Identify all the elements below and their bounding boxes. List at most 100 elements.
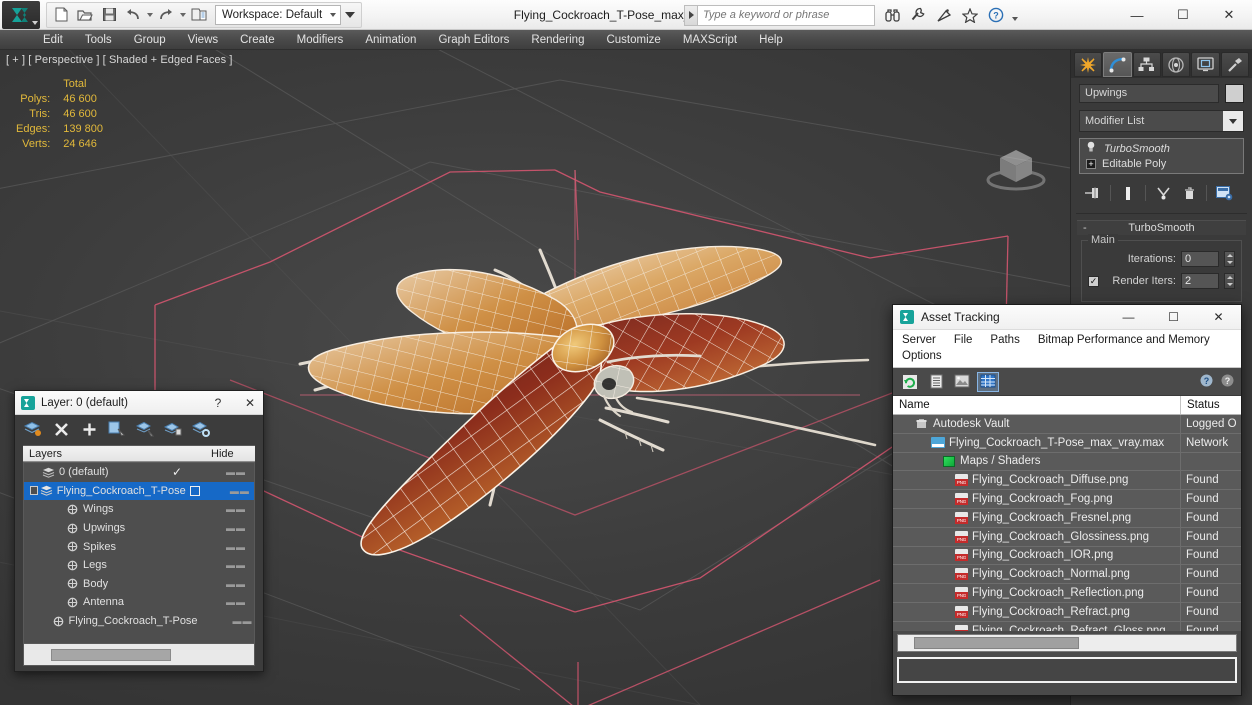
- asset-row-refract[interactable]: Flying_Cockroach_Refract.png Found: [893, 602, 1241, 622]
- asset-menu-server[interactable]: Server: [893, 332, 945, 348]
- asset-menu-options[interactable]: Options: [893, 348, 951, 364]
- help-dropdown-caret[interactable]: [1010, 4, 1020, 26]
- asset-row-fog[interactable]: Flying_Cockroach_Fog.png Found: [893, 490, 1241, 509]
- asset-row-ior[interactable]: Flying_Cockroach_IOR.png Found: [893, 546, 1241, 566]
- asset-row-max-file[interactable]: Flying_Cockroach_T-Pose_max_vray.max Net…: [893, 433, 1241, 453]
- menu-item-modifiers[interactable]: Modifiers: [286, 30, 355, 50]
- layer-hide-cell[interactable]: ✓: [168, 465, 218, 479]
- asset-row-vault[interactable]: Autodesk Vault Logged O: [893, 415, 1241, 434]
- project-folder-icon[interactable]: [187, 4, 211, 26]
- create-tab[interactable]: [1074, 52, 1103, 77]
- layer-horizontal-scrollbar[interactable]: [23, 644, 255, 666]
- asset-menu-bitmap-performance[interactable]: Bitmap Performance and Memory: [1029, 332, 1219, 348]
- redo-icon[interactable]: [154, 4, 178, 26]
- layer-dialog-help-button[interactable]: ?: [205, 391, 231, 415]
- x-icon[interactable]: [48, 418, 74, 440]
- modifier-stack-item-turbosmooth[interactable]: TurboSmooth: [1082, 141, 1241, 156]
- asset-scrollbar-thumb[interactable]: [914, 637, 1079, 649]
- render-iters-field[interactable]: 2: [1181, 273, 1219, 289]
- modifier-stack-item-editablepoly[interactable]: + Editable Poly: [1082, 156, 1241, 171]
- modifier-list-dropdown[interactable]: Modifier List: [1079, 110, 1244, 132]
- view-cube[interactable]: [980, 140, 1052, 195]
- help-alt-icon[interactable]: ?: [1220, 373, 1235, 391]
- logo-dropdown-caret[interactable]: [32, 20, 38, 25]
- help-icon[interactable]: ?: [984, 4, 1008, 26]
- modifier-stack[interactable]: TurboSmooth + Editable Poly: [1079, 138, 1244, 174]
- undo-icon[interactable]: [121, 4, 145, 26]
- layer-row-spikes[interactable]: Spikes ▬▬: [24, 537, 254, 556]
- grid-icon[interactable]: [977, 371, 999, 392]
- asset-row-maps-shaders[interactable]: Maps / Shaders: [893, 452, 1241, 472]
- layer-row-upwings[interactable]: Upwings ▬▬: [24, 519, 254, 538]
- workspace-dropdown-button[interactable]: [341, 4, 359, 26]
- menu-item-customize[interactable]: Customize: [595, 30, 671, 50]
- object-name-field[interactable]: Upwings: [1079, 84, 1219, 103]
- asset-table-rows[interactable]: Autodesk Vault Logged O Flying_Cockroach…: [893, 415, 1241, 631]
- plus-box-icon[interactable]: +: [1086, 158, 1096, 169]
- open-file-icon[interactable]: [73, 4, 97, 26]
- iterations-field[interactable]: 0: [1181, 251, 1219, 267]
- save-file-icon[interactable]: [97, 4, 121, 26]
- asset-menu-paths[interactable]: Paths: [981, 332, 1028, 348]
- search-expand-button[interactable]: [684, 4, 698, 26]
- layer-hide-cell[interactable]: [186, 485, 226, 496]
- menu-item-tools[interactable]: Tools: [74, 30, 123, 50]
- redo-dropdown-caret[interactable]: [178, 4, 187, 26]
- workspace-selector[interactable]: Workspace: Default: [215, 4, 341, 25]
- collapse-icon[interactable]: -: [1083, 222, 1087, 234]
- layer-dialog-title-bar[interactable]: Layer: 0 (default) ? ✕: [15, 391, 263, 415]
- select-layer-objects-icon[interactable]: [104, 418, 130, 440]
- asset-row-fresnel[interactable]: Flying_Cockroach_Fresnel.png Found: [893, 508, 1241, 528]
- menu-item-group[interactable]: Group: [123, 30, 177, 50]
- menu-item-create[interactable]: Create: [229, 30, 286, 50]
- chevron-down-icon[interactable]: [1223, 111, 1243, 131]
- maximize-button[interactable]: ☐: [1160, 0, 1206, 30]
- highlight-selected-icon[interactable]: [160, 418, 186, 440]
- binoculars-icon[interactable]: [880, 4, 904, 26]
- object-color-swatch[interactable]: [1225, 84, 1244, 103]
- layer-dialog[interactable]: Layer: 0 (default) ? ✕ Layers Hide 0 (de…: [14, 390, 264, 672]
- asset-maximize-button[interactable]: ☐: [1151, 305, 1196, 330]
- asset-close-button[interactable]: ✕: [1196, 305, 1241, 330]
- satellite-dish-icon[interactable]: [932, 4, 956, 26]
- new-file-icon[interactable]: [49, 4, 73, 26]
- layer-row-flying-cockroach-object[interactable]: Flying_Cockroach_T-Pose ▬▬: [24, 612, 254, 631]
- help-icon[interactable]: ?: [1199, 373, 1214, 391]
- display-tab[interactable]: [1191, 52, 1220, 77]
- layer-row-legs[interactable]: Legs ▬▬: [24, 556, 254, 575]
- star-favorite-icon[interactable]: [958, 4, 982, 26]
- 3dsmax-logo-icon[interactable]: [2, 0, 40, 29]
- menu-item-views[interactable]: Views: [177, 30, 229, 50]
- refresh-icon[interactable]: [899, 372, 921, 392]
- render-iters-spinner[interactable]: [1224, 273, 1235, 289]
- list-icon[interactable]: [925, 372, 947, 392]
- motion-tab[interactable]: [1161, 52, 1191, 77]
- modify-tab[interactable]: [1103, 52, 1132, 77]
- asset-row-diffuse[interactable]: Flying_Cockroach_Diffuse.png Found: [893, 471, 1241, 491]
- asset-row-normal[interactable]: Flying_Cockroach_Normal.png Found: [893, 565, 1241, 585]
- thumbnail-icon[interactable]: [951, 372, 973, 392]
- asset-menu-file[interactable]: File: [945, 332, 982, 348]
- asset-row-refract-gloss[interactable]: Flying_Cockroach_Refract_Gloss.png Found: [893, 621, 1241, 631]
- layer-checkbox[interactable]: [30, 486, 38, 496]
- menu-item-help[interactable]: Help: [748, 30, 794, 50]
- search-input[interactable]: [698, 4, 875, 26]
- hierarchy-tab[interactable]: [1132, 52, 1161, 77]
- asset-tracking-window[interactable]: Asset Tracking — ☐ ✕ Server File Paths B…: [892, 304, 1242, 696]
- layer-row-body[interactable]: Body ▬▬: [24, 575, 254, 594]
- layer-properties-icon[interactable]: [188, 418, 214, 440]
- config-sets-icon[interactable]: [1212, 183, 1236, 203]
- trash-icon[interactable]: [1177, 183, 1201, 203]
- wrench-icon[interactable]: [906, 4, 930, 26]
- plus-icon[interactable]: [76, 418, 102, 440]
- layer-scrollbar-thumb[interactable]: [51, 648, 171, 661]
- menu-item-edit[interactable]: Edit: [32, 30, 74, 50]
- render-iters-checkbox[interactable]: ✓: [1088, 275, 1099, 287]
- layer-dialog-close-button[interactable]: ✕: [237, 391, 263, 415]
- menu-item-animation[interactable]: Animation: [354, 30, 427, 50]
- hide-checkbox[interactable]: [189, 485, 200, 496]
- asset-column-name[interactable]: Name: [893, 396, 1181, 414]
- turbosmooth-rollout-header[interactable]: - TurboSmooth: [1077, 220, 1246, 235]
- menu-item-graph-editors[interactable]: Graph Editors: [427, 30, 520, 50]
- utilities-tab[interactable]: [1220, 52, 1249, 77]
